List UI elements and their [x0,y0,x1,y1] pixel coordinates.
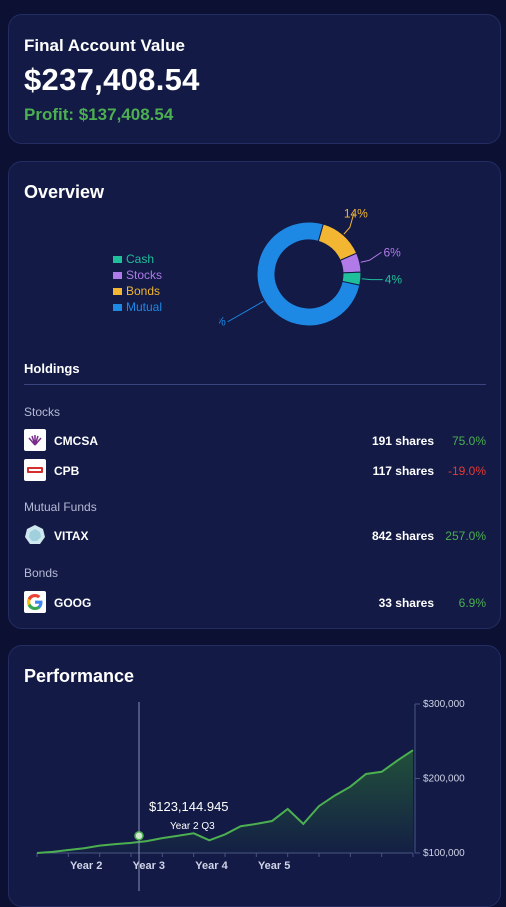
x-tick-label: Year 3 [133,860,165,872]
donut-label-stocks: 6% [383,245,401,259]
account-value-amount: $237,408.54 [24,62,200,97]
holding-change: -19.0% [447,464,486,478]
donut-label-cash: 4% [385,273,403,287]
performance-card: Performance $300,000 $200,000 $100,000 Year… [8,645,501,907]
cmcsa-logo-icon [24,429,46,451]
holding-symbol: CMCSA [54,434,98,448]
account-value-label: Final Account Value [24,36,185,55]
holding-row-vitax[interactable]: VITAX 842 shares 257.0% [24,524,486,548]
holding-symbol: GOOG [54,596,92,610]
legend-swatch [113,287,122,295]
tooltip-value: $123,144.945 [149,799,229,814]
google-logo-icon [24,591,46,613]
legend-label: Stocks [126,268,163,282]
legend-label: Mutual [126,300,163,314]
account-profit: Profit: $137,408.54 [24,105,174,124]
x-tick-label: Year 5 [258,860,290,872]
donut-label-line [361,278,383,281]
group-label-bonds: Bonds [24,566,59,580]
donut-label-line [360,251,382,263]
holding-change: 6.9% [458,596,486,610]
holding-shares: 842 shares [371,529,434,543]
allocation-donut-chart: 76% 14% 6% 4% [219,206,403,329]
legend-label: Bonds [126,284,161,298]
holding-row-goog[interactable]: GOOG 33 shares 6.9% [24,591,486,615]
holdings-title: Holdings [24,361,80,376]
holding-row-cmcsa[interactable]: CMCSA 191 shares 75.0% [24,429,486,453]
crosshair-point [134,831,144,841]
y-tick-label: $200,000 [423,774,465,785]
performance-chart[interactable]: $300,000 $200,000 $100,000 Year 2 Year 3 Year… [9,646,502,901]
holdings-divider [24,384,486,385]
donut-label-bonds: 14% [344,206,368,220]
holding-row-cpb[interactable]: CPB 117 shares -19.0% [24,459,486,483]
overview-card: Overview Cash Stocks Bonds Mutual 76% 14%… [8,161,501,629]
donut-label-line [227,300,264,323]
legend-item-bonds[interactable]: Bonds [113,283,162,299]
holding-shares: 33 shares [378,596,434,610]
vitax-logo-icon [24,524,46,546]
tooltip-label: Year 2 Q3 [170,821,215,832]
cpb-logo-icon [24,459,46,481]
x-tick-label: Year 2 [70,860,102,872]
legend-swatch [113,255,122,263]
legend-item-mutual[interactable]: Mutual [113,299,162,315]
overview-title: Overview [24,182,105,202]
holding-symbol: CPB [54,464,80,478]
account-value-card: Final Account Value $237,408.54 Profit: … [8,14,501,144]
donut-label-mutual: 76% [219,315,226,329]
legend-item-stocks[interactable]: Stocks [113,267,162,283]
holding-shares: 117 shares [372,464,434,478]
x-tick-label: Year 4 [195,860,228,872]
y-tick-label: $300,000 [423,699,465,710]
legend-item-cash[interactable]: Cash [113,251,162,267]
legend-swatch [113,271,122,279]
holding-symbol: VITAX [54,529,89,543]
holding-change: 257.0% [445,529,486,543]
y-tick-label: $100,000 [423,848,465,859]
holding-change: 75.0% [451,434,486,448]
legend-label: Cash [126,252,155,266]
group-label-mutual-funds: Mutual Funds [24,500,97,514]
allocation-legend: Cash Stocks Bonds Mutual [113,251,162,315]
legend-swatch [113,303,122,311]
group-label-stocks: Stocks [24,405,61,419]
holding-shares: 191 shares [371,434,434,448]
donut-slice-bonds[interactable] [317,223,358,262]
